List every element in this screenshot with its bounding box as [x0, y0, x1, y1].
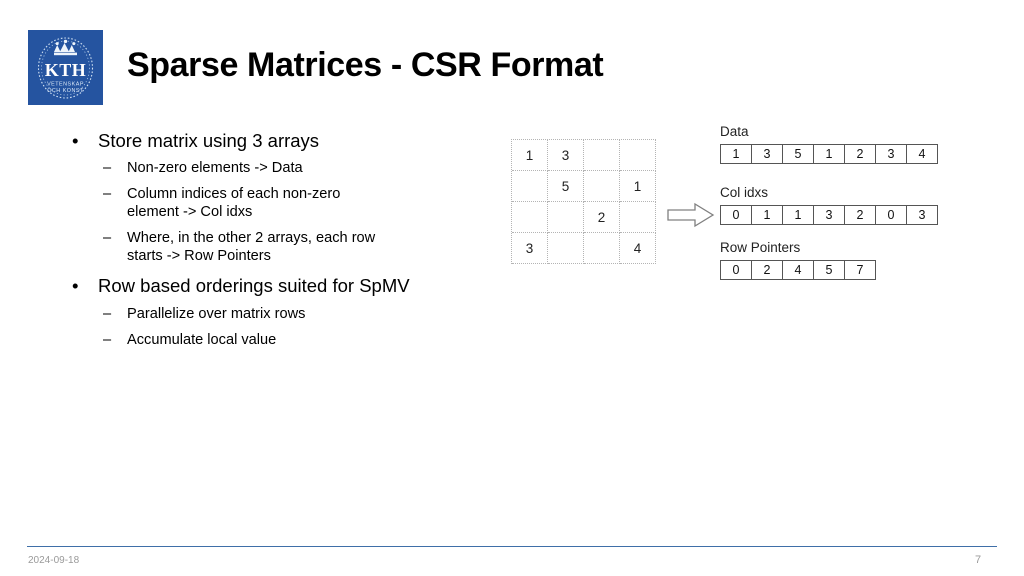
matrix-row: 3 4 [512, 233, 656, 264]
row-pointers-array-label: Row Pointers [720, 240, 801, 255]
list-item-label: Parallelize over matrix rows [127, 306, 306, 322]
bullet-marker: – [103, 230, 112, 246]
footer-divider [27, 546, 997, 547]
row-pointers-array-cells: 0 2 4 5 7 [720, 260, 876, 280]
matrix-cell: 4 [620, 233, 656, 264]
kth-logo-graphic: KTH VETENSKAP OCH KONST [28, 30, 103, 105]
matrix-cell: 1 [620, 171, 656, 202]
matrix-cell [512, 171, 548, 202]
list-item: – Column indices of each non-zero elemen… [68, 185, 488, 221]
matrix-cell [584, 171, 620, 202]
bullet-marker: – [103, 160, 112, 176]
array-cell: 4 [783, 261, 814, 280]
array-cell: 5 [783, 145, 814, 164]
array-cell: 2 [752, 261, 783, 280]
bullet-marker: • [72, 130, 79, 151]
kth-logo: KTH VETENSKAP OCH KONST [28, 30, 103, 105]
row-pointers-array-block: Row Pointers 0 2 4 5 7 [720, 240, 876, 280]
data-array-block: Data 1 3 5 1 2 3 4 [720, 124, 938, 164]
matrix-cell: 2 [584, 202, 620, 233]
matrix-cell: 3 [512, 233, 548, 264]
matrix-cell [584, 140, 620, 171]
page-title: Sparse Matrices - CSR Format [127, 46, 604, 84]
list-item: – Where, in the other 2 arrays, each row… [68, 229, 488, 265]
list-item: – Parallelize over matrix rows [68, 305, 488, 323]
right-arrow-icon [667, 202, 715, 228]
array-cell: 1 [752, 206, 783, 225]
list-item-label-line1: Column indices of each non-zero [127, 186, 341, 202]
list-item: • Row based orderings suited for SpMV [68, 273, 488, 299]
matrix-cell [620, 140, 656, 171]
svg-text:OCH KONST: OCH KONST [47, 88, 84, 94]
matrix-cell [512, 202, 548, 233]
array-cell: 2 [845, 206, 876, 225]
matrix-cell [584, 233, 620, 264]
array-cell: 0 [721, 261, 752, 280]
list-item-label-line2: element -> Col idxs [127, 204, 253, 220]
matrix-cell [548, 233, 584, 264]
bullet-list: • Store matrix using 3 arrays – Non-zero… [68, 128, 488, 357]
array-cell: 3 [876, 145, 907, 164]
array-cell: 2 [845, 145, 876, 164]
footer-page-number: 7 [974, 554, 982, 566]
data-array-cells: 1 3 5 1 2 3 4 [720, 144, 938, 164]
col-idxs-array-cells: 0 1 1 3 2 0 3 [720, 205, 938, 225]
array-cell: 0 [876, 206, 907, 225]
right-arrow-glyph [667, 202, 715, 228]
sparse-matrix-grid: 1 3 5 1 2 3 4 [511, 139, 656, 264]
matrix-cell: 1 [512, 140, 548, 171]
bullet-marker: • [72, 275, 79, 296]
col-idxs-array-block: Col idxs 0 1 1 3 2 0 3 [720, 185, 938, 225]
bullet-marker: – [103, 332, 112, 348]
list-item-label: Accumulate local value [127, 332, 277, 348]
data-array-label: Data [720, 124, 749, 139]
matrix-row: 5 1 [512, 171, 656, 202]
array-cell: 3 [814, 206, 845, 225]
array-cell: 7 [845, 261, 876, 280]
bullet-marker: – [103, 306, 112, 322]
array-cell: 1 [814, 145, 845, 164]
matrix-cell [620, 202, 656, 233]
footer-date: 2024-09-18 [28, 555, 80, 566]
array-cell: 4 [907, 145, 938, 164]
array-cell: 3 [752, 145, 783, 164]
array-cell: 3 [907, 206, 938, 225]
list-item-label-line1: Where, in the other 2 arrays, each row [127, 230, 376, 246]
array-cell: 0 [721, 206, 752, 225]
array-cell: 1 [721, 145, 752, 164]
svg-text:KTH: KTH [45, 60, 87, 80]
list-item-label: Non-zero elements -> Data [127, 160, 303, 176]
list-item: – Non-zero elements -> Data [68, 159, 488, 177]
list-item-label-line2: starts -> Row Pointers [127, 248, 271, 264]
array-cell: 1 [783, 206, 814, 225]
svg-text:VETENSKAP: VETENSKAP [47, 82, 84, 88]
matrix-cell: 3 [548, 140, 584, 171]
list-item-label: Row based orderings suited for SpMV [98, 275, 410, 296]
list-item: • Store matrix using 3 arrays [68, 128, 488, 154]
matrix-row: 2 [512, 202, 656, 233]
matrix-cell [548, 202, 584, 233]
list-item: – Accumulate local value [68, 331, 488, 349]
matrix-cell: 5 [548, 171, 584, 202]
array-cell: 5 [814, 261, 845, 280]
col-idxs-array-label: Col idxs [720, 185, 769, 200]
matrix-row: 1 3 [512, 140, 656, 171]
bullet-marker: – [103, 186, 112, 202]
list-item-label: Store matrix using 3 arrays [98, 130, 320, 151]
